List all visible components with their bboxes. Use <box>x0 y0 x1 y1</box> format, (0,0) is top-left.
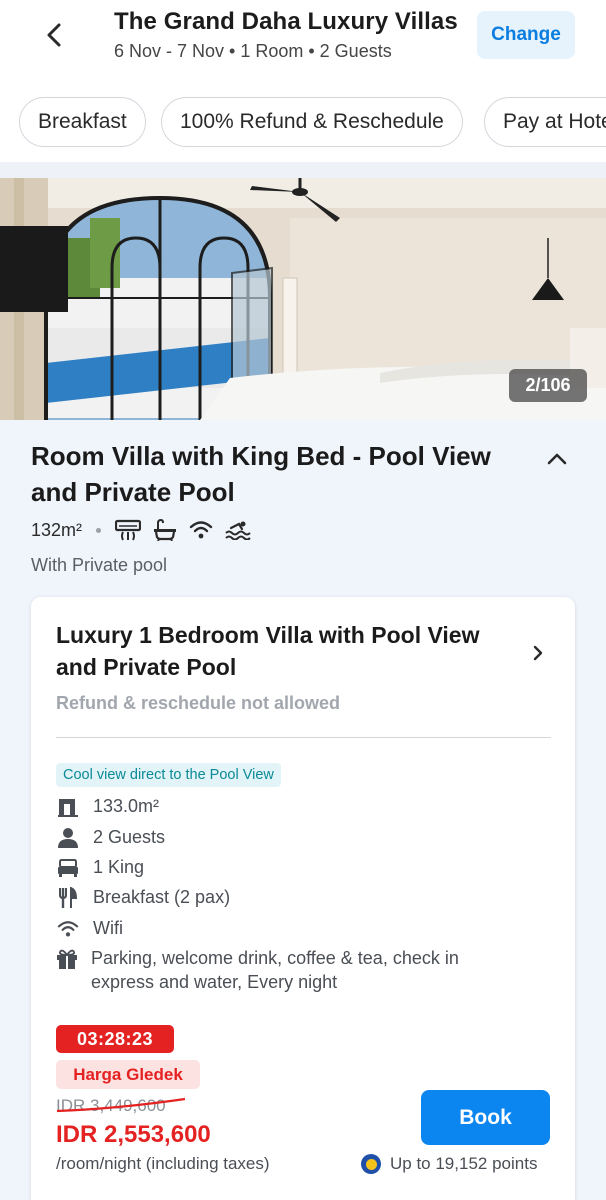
breakfast-icon <box>56 886 80 910</box>
feature-text: Breakfast (2 pax) <box>93 887 231 907</box>
highlight-tag: Cool view direct to the Pool View <box>56 763 281 787</box>
filter-chip-refund-reschedule[interactable]: 100% Refund & Reschedule <box>161 97 463 147</box>
top-header: The Grand Daha Luxury Villas 6 Nov - 7 N… <box>0 0 606 82</box>
room-size-icon <box>56 795 80 819</box>
wifi-icon <box>189 520 213 540</box>
bathtub-icon <box>153 519 177 541</box>
chevron-left-icon <box>47 23 61 47</box>
book-button[interactable]: Book <box>421 1090 550 1145</box>
collapse-button[interactable] <box>540 444 574 474</box>
feature-text: 133.0m² <box>93 796 160 816</box>
room-facilities: 132m² <box>31 515 263 545</box>
wifi-icon <box>56 917 80 941</box>
gift-icon <box>56 947 78 971</box>
feature-room-size: 133.0m² <box>56 794 159 819</box>
change-button[interactable]: Change <box>477 11 575 59</box>
rate-details-button[interactable] <box>528 641 548 665</box>
room-title: Room Villa with King Bed - Pool View and… <box>31 441 491 507</box>
reward-points: Up to 19,152 points <box>361 1154 537 1174</box>
discounted-price: IDR 2,553,600 <box>56 1121 211 1148</box>
rate-title: Luxury 1 Bedroom Villa with Pool View an… <box>56 622 480 680</box>
feature-breakfast: Breakfast (2 pax) <box>56 885 230 910</box>
countdown-timer: 03:28:23 <box>56 1025 174 1053</box>
chevron-up-icon <box>547 453 567 465</box>
bed-icon <box>56 856 80 880</box>
separator-dot <box>96 527 102 533</box>
filter-chip-row: Breakfast 100% Refund & Reschedule Pay a… <box>0 82 606 162</box>
strikethrough-line <box>56 1097 186 1113</box>
feature-text: 1 King <box>93 857 145 877</box>
feature-wifi: Wifi <box>56 916 123 941</box>
hotel-name: The Grand Daha Luxury Villas <box>114 8 458 35</box>
feature-extras: Parking, welcome drink, coffee & tea, ch… <box>56 946 526 994</box>
section-separator <box>0 162 606 178</box>
guests-icon <box>56 826 80 850</box>
air-conditioner-icon <box>115 519 142 541</box>
price-note: /room/night (including taxes) <box>56 1154 270 1173</box>
feature-bed: 1 King <box>56 855 144 880</box>
feature-text: Wifi <box>93 918 123 938</box>
booking-summary: 6 Nov - 7 Nov • 1 Room • 2 Guests <box>114 41 392 61</box>
points-text: Up to 19,152 points <box>390 1154 538 1173</box>
pool-icon <box>225 520 251 540</box>
rate-card[interactable]: Luxury 1 Bedroom Villa with Pool View an… <box>31 597 575 1200</box>
refund-policy: Refund & reschedule not allowed <box>56 693 341 713</box>
photo-counter: 2/106 <box>509 369 587 402</box>
divider <box>56 737 551 738</box>
filter-chip-pay-at-hotel[interactable]: Pay at Hotel <box>484 97 606 147</box>
points-coin-icon <box>361 1154 381 1174</box>
filter-chip-breakfast[interactable]: Breakfast <box>19 97 146 147</box>
chevron-right-icon <box>533 645 543 661</box>
feature-guests: 2 Guests <box>56 825 165 850</box>
feature-text: 2 Guests <box>93 827 166 847</box>
room-highlight: With Private pool <box>31 555 168 575</box>
room-area-size: 132m² <box>31 519 83 540</box>
feature-text: Parking, welcome drink, coffee & tea, ch… <box>91 948 459 992</box>
back-button[interactable] <box>38 18 72 52</box>
promo-badge: Harga Gledek <box>56 1060 200 1089</box>
